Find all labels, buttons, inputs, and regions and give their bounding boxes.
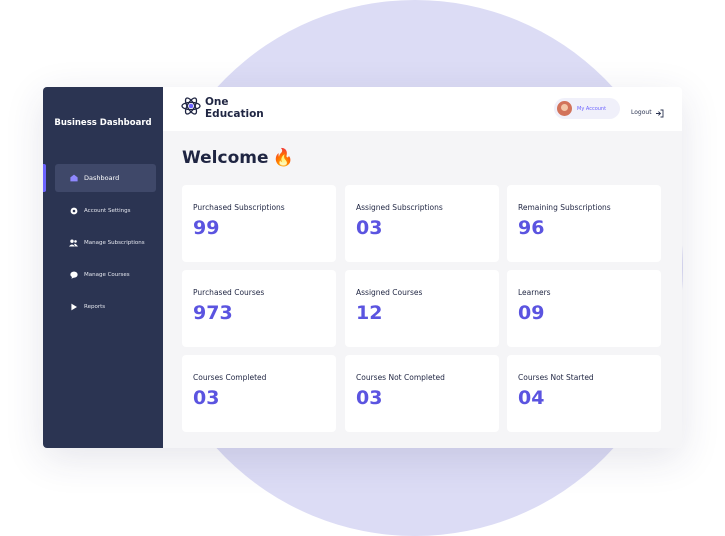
stat-label: Assigned Courses xyxy=(356,288,423,297)
top-bar: One Education My Account Logout xyxy=(163,87,682,131)
gear-icon xyxy=(69,207,78,216)
avatar xyxy=(557,101,572,116)
logout-label: Logout xyxy=(631,109,652,116)
stat-value: 96 xyxy=(518,217,545,239)
sidebar-item-manage-subscriptions[interactable]: Manage Subscriptions xyxy=(55,229,156,257)
stat-label: Purchased Subscriptions xyxy=(193,203,285,212)
stage: Business Dashboard Dashboard Account Set… xyxy=(0,0,725,536)
stat-label: Courses Not Completed xyxy=(356,373,445,382)
atom-logo-icon xyxy=(181,96,201,120)
sidebar-item-label: Manage Courses xyxy=(84,272,130,278)
sidebar-item-manage-courses[interactable]: Manage Courses xyxy=(55,261,156,289)
welcome-heading: Welcome 🔥 xyxy=(182,148,294,168)
logo-line-one: One xyxy=(205,96,229,108)
stat-card-courses-completed[interactable]: Courses Completed 03 xyxy=(182,355,336,432)
stat-card-courses-not-started[interactable]: Courses Not Started 04 xyxy=(507,355,661,432)
sidebar-item-label: Dashboard xyxy=(84,174,120,182)
stat-value: 99 xyxy=(193,217,220,239)
stat-value: 03 xyxy=(193,387,220,409)
stat-value: 973 xyxy=(193,302,233,324)
main-content: Welcome 🔥 Purchased Subscriptions 99 Ass… xyxy=(163,131,682,448)
stat-value: 03 xyxy=(356,387,383,409)
users-icon xyxy=(69,239,78,248)
stat-value: 12 xyxy=(356,302,383,324)
my-account-button[interactable]: My Account xyxy=(554,98,620,119)
sidebar-item-label: Account Settings xyxy=(84,208,131,214)
stat-card-purchased-courses[interactable]: Purchased Courses 973 xyxy=(182,270,336,347)
app-window: Business Dashboard Dashboard Account Set… xyxy=(43,87,682,448)
logo-line-two: Education xyxy=(205,108,264,120)
stat-card-learners[interactable]: Learners 09 xyxy=(507,270,661,347)
stat-value: 09 xyxy=(518,302,545,324)
sidebar-item-account-settings[interactable]: Account Settings xyxy=(55,197,156,225)
sidebar-item-reports[interactable]: Reports xyxy=(55,293,156,321)
home-icon xyxy=(69,174,78,183)
sidebar-title: Business Dashboard xyxy=(54,118,152,128)
stat-card-purchased-subscriptions[interactable]: Purchased Subscriptions 99 xyxy=(182,185,336,262)
stat-value: 04 xyxy=(518,387,545,409)
active-indicator xyxy=(43,164,46,192)
logo-text: One Education xyxy=(205,96,264,120)
sidebar-item-label: Manage Subscriptions xyxy=(84,240,145,246)
logout-button[interactable]: Logout xyxy=(631,103,664,122)
stat-card-remaining-subscriptions[interactable]: Remaining Subscriptions 96 xyxy=(507,185,661,262)
stat-label: Remaining Subscriptions xyxy=(518,203,611,212)
stat-card-courses-not-completed[interactable]: Courses Not Completed 03 xyxy=(345,355,499,432)
stat-label: Assigned Subscriptions xyxy=(356,203,443,212)
fire-icon: 🔥 xyxy=(272,148,294,168)
stat-label: Courses Not Started xyxy=(518,373,594,382)
stat-label: Learners xyxy=(518,288,551,297)
sidebar-item-dashboard[interactable]: Dashboard xyxy=(55,164,156,192)
logo[interactable]: One Education xyxy=(181,96,264,120)
welcome-text: Welcome xyxy=(182,148,269,168)
sidebar-item-label: Reports xyxy=(84,304,106,310)
stat-label: Purchased Courses xyxy=(193,288,265,297)
logout-icon xyxy=(655,103,664,122)
chat-icon xyxy=(69,271,78,280)
stat-card-assigned-courses[interactable]: Assigned Courses 12 xyxy=(345,270,499,347)
my-account-label: My Account xyxy=(577,105,607,112)
stat-value: 03 xyxy=(356,217,383,239)
sidebar: Business Dashboard Dashboard Account Set… xyxy=(43,87,163,448)
stat-card-assigned-subscriptions[interactable]: Assigned Subscriptions 03 xyxy=(345,185,499,262)
flag-icon xyxy=(69,303,78,312)
stat-label: Courses Completed xyxy=(193,373,267,382)
